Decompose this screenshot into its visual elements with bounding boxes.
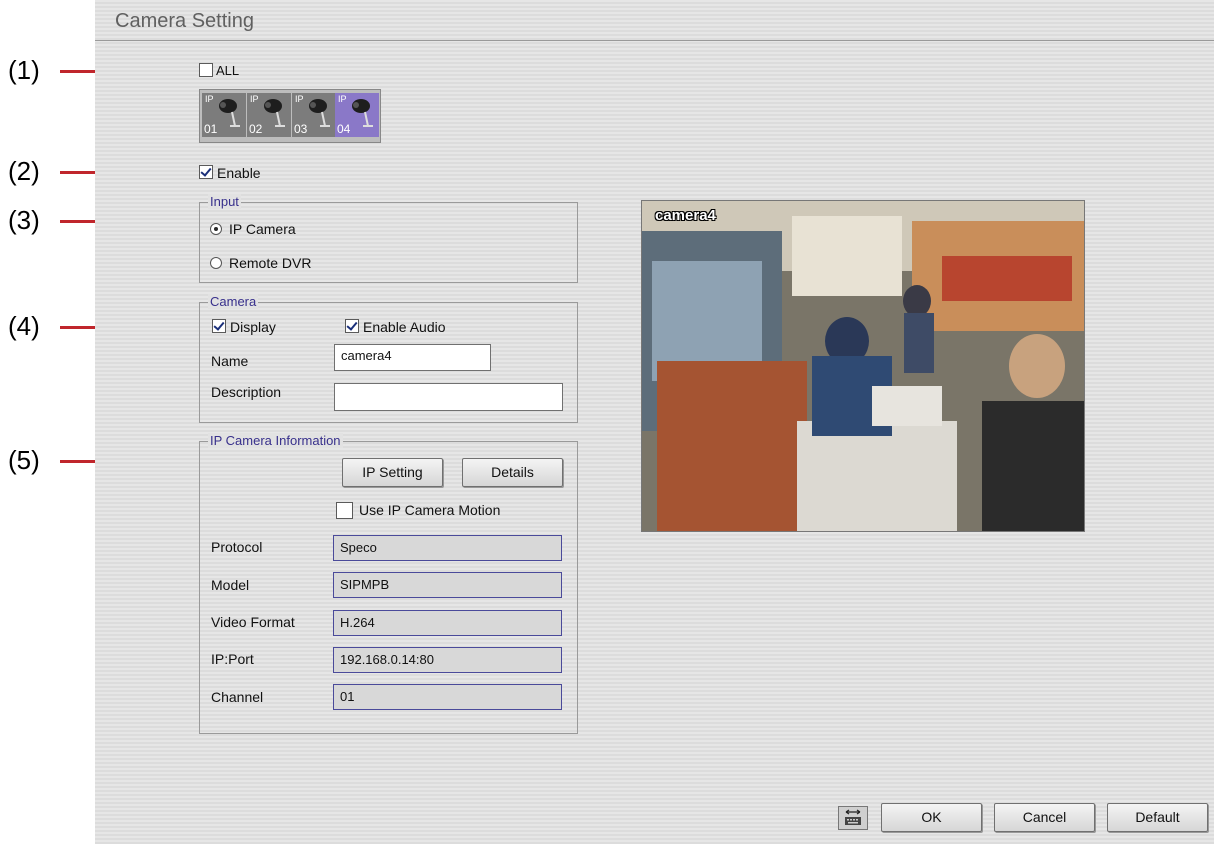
- input-group-title: Input: [208, 194, 241, 209]
- all-label: ALL: [216, 63, 240, 78]
- camera-preview-image: [642, 201, 1084, 531]
- remote-dvr-label: Remote DVR: [229, 255, 312, 271]
- camera-number: 04: [337, 122, 351, 136]
- display-label: Display: [230, 319, 276, 335]
- channel-label: Channel: [211, 689, 264, 705]
- ok-button[interactable]: OK: [881, 803, 982, 832]
- camera-group-title: Camera: [208, 294, 259, 309]
- display-checkbox[interactable]: [212, 319, 226, 333]
- all-checkbox[interactable]: [199, 63, 213, 77]
- ip-port-field: 192.168.0.14:80: [333, 647, 562, 673]
- callout-2: (2): [8, 156, 40, 186]
- title-bar: Camera Setting: [95, 0, 1214, 41]
- callout-1: (1): [8, 55, 40, 85]
- enable-label: Enable: [217, 165, 261, 181]
- camera-number: 03: [294, 122, 308, 136]
- ip-port-label: IP:Port: [211, 651, 254, 667]
- camera-preview: camera4: [641, 200, 1085, 532]
- protocol-label: Protocol: [211, 539, 263, 555]
- preview-camera-label: camera4: [655, 207, 716, 224]
- camera-thumb-03[interactable]: IP 03: [292, 93, 336, 137]
- enable-audio-checkbox[interactable]: [345, 319, 359, 333]
- ip-camera-radio[interactable]: [210, 223, 222, 235]
- default-button[interactable]: Default: [1107, 803, 1208, 832]
- use-motion-label: Use IP Camera Motion: [359, 502, 501, 518]
- camera-number: 02: [249, 122, 263, 136]
- ip-camera-label: IP Camera: [229, 221, 296, 237]
- use-motion-checkbox[interactable]: [336, 502, 353, 519]
- name-field[interactable]: camera4: [334, 344, 491, 371]
- name-label: Name: [211, 353, 249, 369]
- cancel-button[interactable]: Cancel: [994, 803, 1095, 832]
- description-label: Description: [211, 384, 282, 400]
- details-button[interactable]: Details: [462, 458, 563, 487]
- channel-field: 01: [333, 684, 562, 710]
- camera-number: 01: [204, 122, 218, 136]
- callout-4: (4): [8, 311, 40, 341]
- video-format-label: Video Format: [211, 614, 295, 630]
- remote-dvr-radio[interactable]: [210, 257, 222, 269]
- window-title: Camera Setting: [115, 10, 254, 32]
- camera-thumb-04[interactable]: IP 04: [335, 93, 379, 137]
- model-field: SIPMPB: [333, 572, 562, 598]
- model-label: Model: [211, 577, 250, 593]
- protocol-field: Speco: [333, 535, 562, 561]
- camera-thumb-01[interactable]: IP 01: [202, 93, 246, 137]
- enable-checkbox[interactable]: [199, 165, 213, 179]
- ip-setting-button[interactable]: IP Setting: [342, 458, 443, 487]
- callout-3: (3): [8, 205, 40, 235]
- keyboard-toggle-button[interactable]: [838, 806, 868, 830]
- ip-camera-info-title: IP Camera Information: [208, 433, 343, 448]
- camera-thumb-02[interactable]: IP 02: [247, 93, 291, 137]
- enable-audio-label: Enable Audio: [363, 319, 446, 335]
- video-format-field: H.264: [333, 610, 562, 636]
- keyboard-icon: [845, 809, 861, 825]
- callout-5: (5): [8, 445, 40, 475]
- description-field[interactable]: [334, 383, 563, 411]
